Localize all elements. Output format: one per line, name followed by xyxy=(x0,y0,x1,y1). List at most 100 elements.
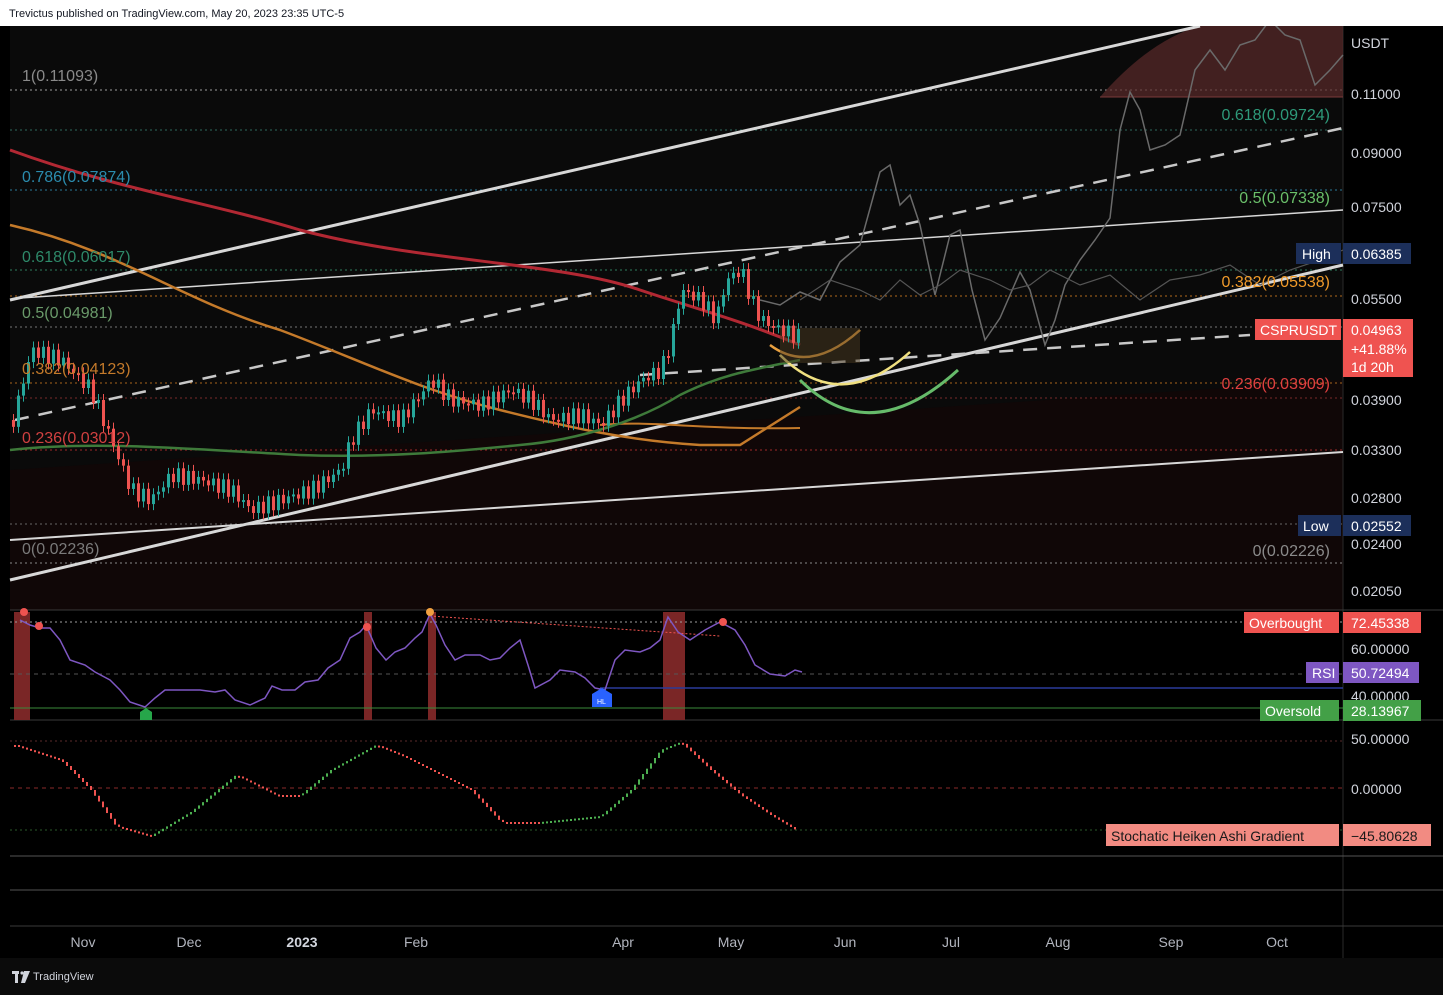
stoch-bar xyxy=(266,788,268,791)
candle-body xyxy=(482,396,485,411)
time-tick: May xyxy=(718,934,744,950)
stoch-bar xyxy=(626,793,628,797)
overbought-label: Overbought xyxy=(1249,615,1322,631)
candle-body xyxy=(107,426,110,429)
candle-body xyxy=(142,488,145,502)
candle-body xyxy=(582,409,585,424)
stoch-bar xyxy=(354,756,356,759)
candle-body xyxy=(587,409,590,424)
price-chart[interactable]: 1(0.11093) 0.786(0.07874) 0.618(0.06017)… xyxy=(0,26,1443,958)
stoch-bar xyxy=(746,796,748,799)
stoch-bar xyxy=(150,834,152,837)
fib-label-0: 0(0.02236) xyxy=(22,541,99,558)
stoch-bar xyxy=(82,778,84,782)
fib-label-5: 0.5(0.04981) xyxy=(22,305,113,322)
stoch-bar xyxy=(110,813,112,819)
stoch-bar xyxy=(566,819,568,822)
candle-body xyxy=(602,422,605,426)
stoch-bar xyxy=(186,814,188,817)
stoch-bar xyxy=(130,829,132,832)
candle-body xyxy=(512,392,515,395)
stoch-bar xyxy=(378,745,380,748)
candle-body xyxy=(797,329,800,343)
candle-body xyxy=(357,421,360,445)
stoch-bar xyxy=(650,763,652,769)
candle-body xyxy=(697,291,700,301)
candle-body xyxy=(612,410,615,418)
stoch-bar xyxy=(30,748,32,751)
stoch-bar xyxy=(702,758,704,763)
stoch-bar xyxy=(542,821,544,824)
candle-body xyxy=(652,367,655,381)
stoch-bar xyxy=(782,819,784,823)
stoch-bar xyxy=(786,822,788,825)
stoch-bar xyxy=(414,760,416,762)
stoch-bar xyxy=(74,770,76,774)
candle-body xyxy=(332,474,335,483)
stoch-bar xyxy=(374,745,376,748)
stoch-bar xyxy=(238,775,240,778)
axis-tick: 0.02800 xyxy=(1351,490,1402,506)
candle-body xyxy=(127,465,130,489)
candle-body xyxy=(457,397,460,407)
stoch-bar xyxy=(690,747,692,752)
candle-body xyxy=(692,291,695,301)
candle-body xyxy=(257,501,260,513)
candle-body xyxy=(327,476,330,483)
fib-right-0: 0(0.02226) xyxy=(1253,543,1330,560)
candle-body xyxy=(397,410,400,427)
stoch-bar xyxy=(654,758,656,764)
svg-text:HL: HL xyxy=(597,699,606,706)
candle-body xyxy=(657,367,660,380)
stoch-bar xyxy=(330,770,332,774)
candle-body xyxy=(767,316,770,326)
stoch-bar xyxy=(38,751,40,754)
candle-body xyxy=(32,347,35,363)
stoch-bar xyxy=(582,817,584,820)
axis-tick: 0.11000 xyxy=(1351,86,1401,102)
candle-body xyxy=(477,399,480,411)
stoch-bar xyxy=(494,811,496,816)
stoch-bar xyxy=(346,761,348,764)
stoch-bar xyxy=(530,822,532,824)
candle-body xyxy=(167,473,170,488)
stoch-bar xyxy=(514,822,516,824)
candle-body xyxy=(637,381,640,393)
stoch-bar xyxy=(178,819,180,822)
time-tick: Feb xyxy=(404,934,428,950)
candle-body xyxy=(407,409,410,418)
time-tick: Jul xyxy=(942,934,960,950)
stoch-bar xyxy=(190,812,192,815)
stoch-bar xyxy=(118,824,120,827)
candle-body xyxy=(522,388,525,403)
rsi-label: RSI xyxy=(1312,665,1335,681)
stoch-bar xyxy=(18,745,20,747)
stoch-bar xyxy=(142,832,144,835)
stoch-tick: 50.00000 xyxy=(1351,731,1410,747)
stoch-bar xyxy=(638,779,640,785)
stoch-bar xyxy=(234,775,236,780)
stoch-bar xyxy=(418,762,420,764)
stoch-bar xyxy=(602,814,604,817)
axis-tick: 0.02400 xyxy=(1351,536,1402,552)
svg-text:0.02552: 0.02552 xyxy=(1351,518,1402,534)
stoch-bar xyxy=(70,766,72,770)
stoch-bar xyxy=(22,746,24,749)
stoch-bar xyxy=(478,794,480,799)
stoch-bar xyxy=(682,742,684,745)
candle-body xyxy=(187,470,190,485)
candle-body xyxy=(297,494,300,499)
candle-body xyxy=(427,380,430,392)
stoch-bar xyxy=(122,826,124,829)
stoch-bar xyxy=(166,826,168,829)
stoch-bar xyxy=(750,799,752,802)
candle-body xyxy=(472,399,475,405)
publish-header: Trevictus published on TradingView.com, … xyxy=(0,0,1443,26)
stoch-bar xyxy=(630,790,632,794)
candle-body xyxy=(147,488,150,505)
candle-body xyxy=(487,396,490,410)
stoch-bar xyxy=(502,819,504,822)
candle-body xyxy=(442,379,445,400)
stoch-bar xyxy=(242,776,244,779)
candle-body xyxy=(707,301,710,311)
